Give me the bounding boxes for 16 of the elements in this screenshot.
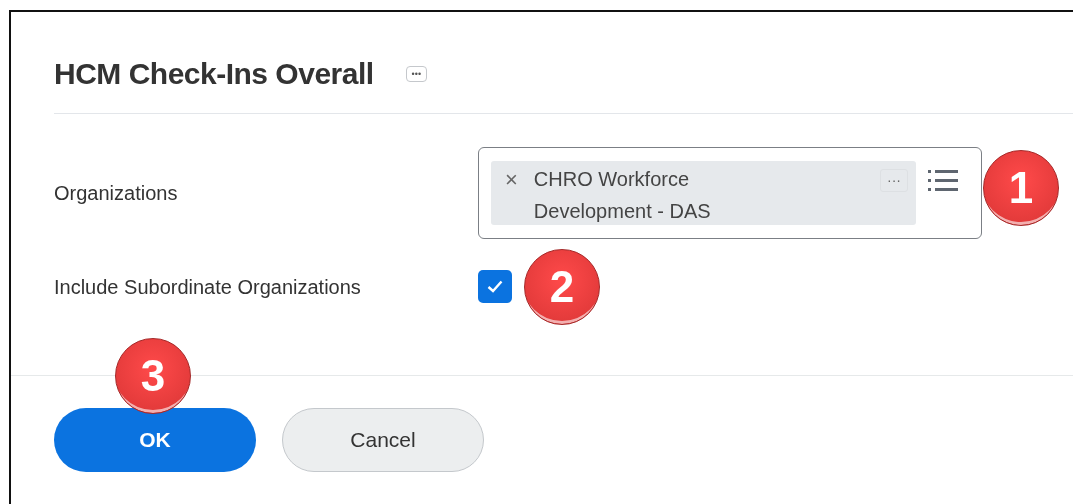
checkbox[interactable] [478, 270, 512, 303]
ok-button[interactable]: OK [54, 408, 256, 472]
field-label: Include Subordinate Organizations [54, 274, 362, 300]
remove-button[interactable]: × [505, 167, 518, 193]
list-icon[interactable] [928, 169, 958, 193]
cancel-button[interactable]: Cancel [282, 408, 484, 472]
step-marker: 2 [524, 249, 600, 325]
tag-text: CHRO Workforce Development - DAS [533, 167, 712, 224]
organizations-field[interactable]: × CHRO Workforce Development - DAS ··· [478, 147, 982, 239]
page-title: HCM Check-Ins Overall [54, 55, 374, 92]
step-marker: 1 [983, 150, 1059, 226]
more-button[interactable]: ··· [880, 169, 908, 192]
more-button[interactable]: ••• [405, 65, 428, 82]
step-marker: 3 [115, 338, 191, 414]
check-icon [487, 280, 503, 293]
field-label: Organizations [54, 181, 179, 206]
